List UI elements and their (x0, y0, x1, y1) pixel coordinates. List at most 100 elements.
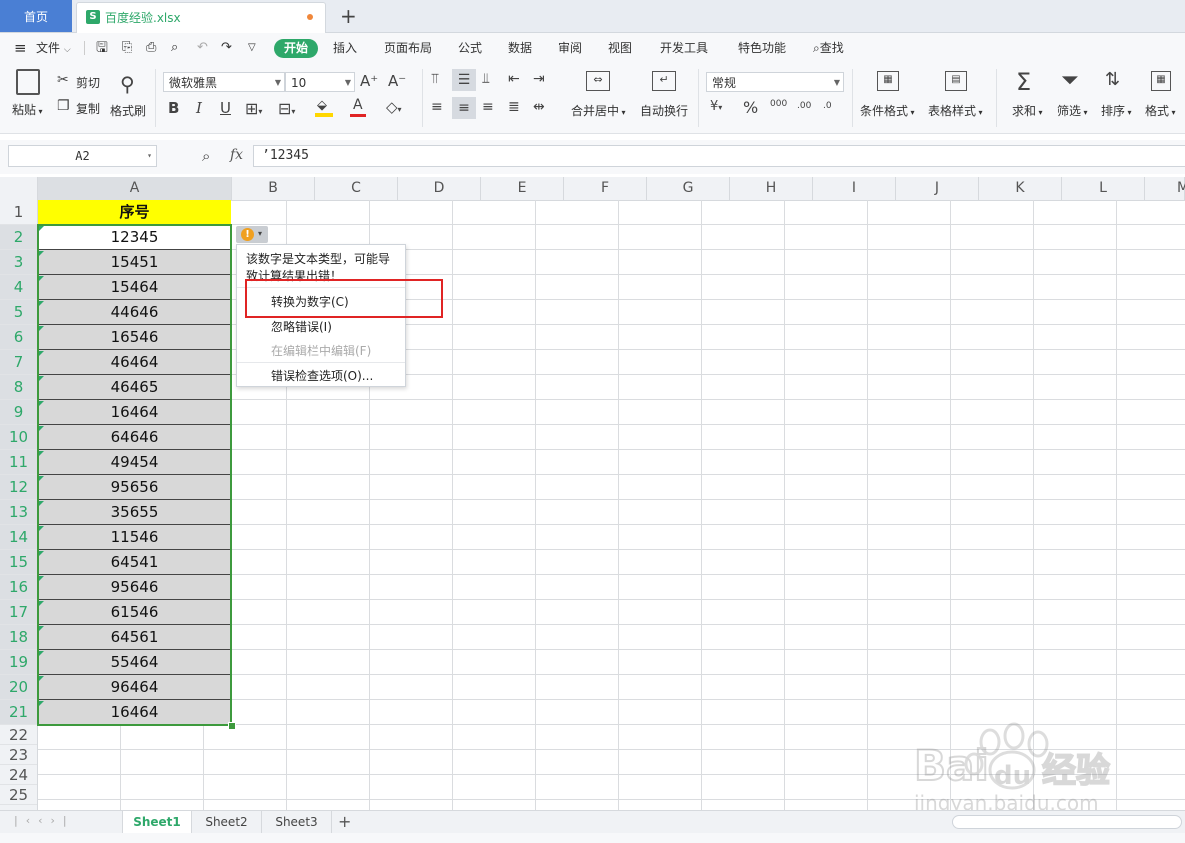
fill-handle[interactable] (228, 722, 236, 730)
home-tab[interactable]: 首页 (0, 0, 72, 32)
tab-start[interactable]: 开始 (274, 39, 318, 58)
italic-button[interactable]: I (196, 99, 202, 117)
hamburger-icon[interactable]: ≡ (14, 33, 27, 63)
fill-color-button[interactable]: ⬙ (315, 98, 333, 117)
table-style-button[interactable]: 表格样式 ▾ (928, 102, 983, 119)
zoom-icon[interactable]: ⌕ (202, 147, 210, 165)
tab-developer[interactable]: 开发工具 (660, 33, 708, 63)
column-header-c[interactable]: C (315, 177, 398, 200)
column-header-d[interactable]: D (398, 177, 481, 200)
tab-insert[interactable]: 插入 (333, 33, 357, 63)
row-header[interactable]: 7 (0, 350, 37, 375)
distribute-icon[interactable]: ⇹ (533, 99, 545, 115)
column-header-h[interactable]: H (730, 177, 813, 200)
column-header-b[interactable]: B (232, 177, 315, 200)
column-header-l[interactable]: L (1062, 177, 1145, 200)
sheet-nav-arrows[interactable]: |‹‹›| (14, 814, 75, 827)
eraser-icon[interactable]: ◇▾ (386, 98, 402, 116)
tab-special[interactable]: 特色功能 (738, 33, 786, 63)
menu-file[interactable]: 文件 ⌵ (36, 33, 71, 63)
font-color-button[interactable]: A (350, 97, 366, 119)
paste-button[interactable]: 粘贴 ▾ (12, 101, 43, 118)
sheet-tab-3[interactable]: Sheet3 (262, 811, 332, 834)
error-check-button[interactable]: ! ▾ (236, 226, 268, 243)
copy-button[interactable]: 复制 (76, 100, 100, 117)
sort-button[interactable]: 排序 ▾ (1101, 102, 1132, 119)
row-header[interactable]: 18 (0, 625, 37, 650)
align-bottom-icon[interactable]: ⫫ (482, 71, 490, 87)
align-middle-icon[interactable]: ☰ (452, 69, 476, 91)
shrink-font-button[interactable]: A⁻ (388, 72, 406, 90)
wrap-text-button[interactable]: 自动换行 (640, 102, 688, 119)
error-check-options-item[interactable]: 错误检查选项(O)... (271, 367, 373, 384)
ignore-error-item[interactable]: 忽略错误(I) (271, 318, 332, 335)
column-header-f[interactable]: F (564, 177, 647, 200)
column-header-a[interactable]: A (38, 177, 232, 200)
bold-button[interactable]: B (168, 99, 179, 117)
percent-button[interactable]: % (743, 98, 758, 117)
row-header[interactable]: 10 (0, 425, 37, 450)
align-right-icon[interactable]: ≡ (482, 99, 494, 115)
conditional-format-button[interactable]: 条件格式 ▾ (860, 102, 915, 119)
tab-view[interactable]: 视图 (608, 33, 632, 63)
row-header[interactable]: 8 (0, 375, 37, 400)
column-header-g[interactable]: G (647, 177, 730, 200)
column-header-j[interactable]: J (896, 177, 979, 200)
row-header[interactable]: 2 (0, 225, 37, 250)
borders-icon[interactable]: ⊞▾ (245, 99, 262, 118)
column-header-m[interactable]: M (1145, 177, 1185, 200)
horizontal-scrollbar[interactable] (952, 815, 1182, 829)
paste-icon[interactable] (16, 69, 40, 95)
format-painter-button[interactable]: 格式刷 (110, 102, 146, 119)
merge-center-button[interactable]: 合并居中 ▾ (571, 102, 626, 119)
row-header[interactable]: 6 (0, 325, 37, 350)
menu-search[interactable]: ⌕查找 (813, 33, 844, 63)
export-icon[interactable]: ⎘ (122, 33, 132, 63)
select-all-corner[interactable] (0, 177, 38, 200)
tab-page-layout[interactable]: 页面布局 (384, 33, 432, 63)
align-center-icon[interactable]: ≡ (452, 97, 476, 119)
more-chevron-icon[interactable]: ▽ (248, 33, 256, 63)
filter-button[interactable]: 筛选 ▾ (1057, 102, 1088, 119)
preview-icon[interactable]: ⌕ (171, 33, 178, 63)
save-icon[interactable]: 🖫 (96, 33, 108, 63)
cell-style-icon[interactable]: ⊟▾ (278, 99, 295, 118)
row-header[interactable]: 20 (0, 675, 37, 700)
sheet-tab-1[interactable]: Sheet1 (122, 811, 192, 834)
sum-button[interactable]: 求和 ▾ (1012, 102, 1043, 119)
justify-icon[interactable]: ≣ (508, 99, 520, 115)
decrease-decimal-button[interactable]: .0 (823, 101, 832, 111)
row-header[interactable]: 24 (0, 765, 37, 785)
formula-input[interactable]: ’12345 (253, 145, 1185, 167)
cut-button[interactable]: 剪切 (76, 74, 100, 91)
row-header[interactable]: 21 (0, 700, 37, 725)
increase-indent-icon[interactable]: ⇥ (533, 71, 545, 87)
row-header[interactable]: 4 (0, 275, 37, 300)
align-left-icon[interactable]: ≡ (431, 99, 443, 115)
row-header[interactable]: 12 (0, 475, 37, 500)
name-box[interactable]: A2 ▾ (8, 145, 157, 167)
row-header[interactable]: 1 (0, 200, 37, 225)
row-header[interactable]: 22 (0, 725, 37, 745)
redo-icon[interactable]: ↷ (221, 33, 232, 63)
row-header[interactable]: 23 (0, 745, 37, 765)
column-header-k[interactable]: K (979, 177, 1062, 200)
row-header[interactable]: 3 (0, 250, 37, 275)
new-tab-button[interactable]: + (340, 3, 357, 29)
row-header[interactable]: 15 (0, 550, 37, 575)
print-icon[interactable]: ⎙ (146, 33, 156, 63)
underline-button[interactable]: U (220, 99, 231, 117)
currency-icon[interactable]: ¥▾ (710, 99, 722, 114)
add-sheet-button[interactable]: + (338, 811, 351, 833)
align-top-icon[interactable]: ⫪ (431, 71, 439, 87)
fx-button[interactable]: fx (230, 147, 243, 163)
header-cell-a1[interactable]: 序号 (38, 200, 231, 225)
row-header[interactable]: 19 (0, 650, 37, 675)
sheet-tab-2[interactable]: Sheet2 (192, 811, 262, 834)
tab-data[interactable]: 数据 (508, 33, 532, 63)
thousands-button[interactable]: 000 (770, 99, 787, 109)
tab-formulas[interactable]: 公式 (458, 33, 482, 63)
row-header[interactable]: 16 (0, 575, 37, 600)
row-header[interactable]: 11 (0, 450, 37, 475)
column-header-i[interactable]: I (813, 177, 896, 200)
